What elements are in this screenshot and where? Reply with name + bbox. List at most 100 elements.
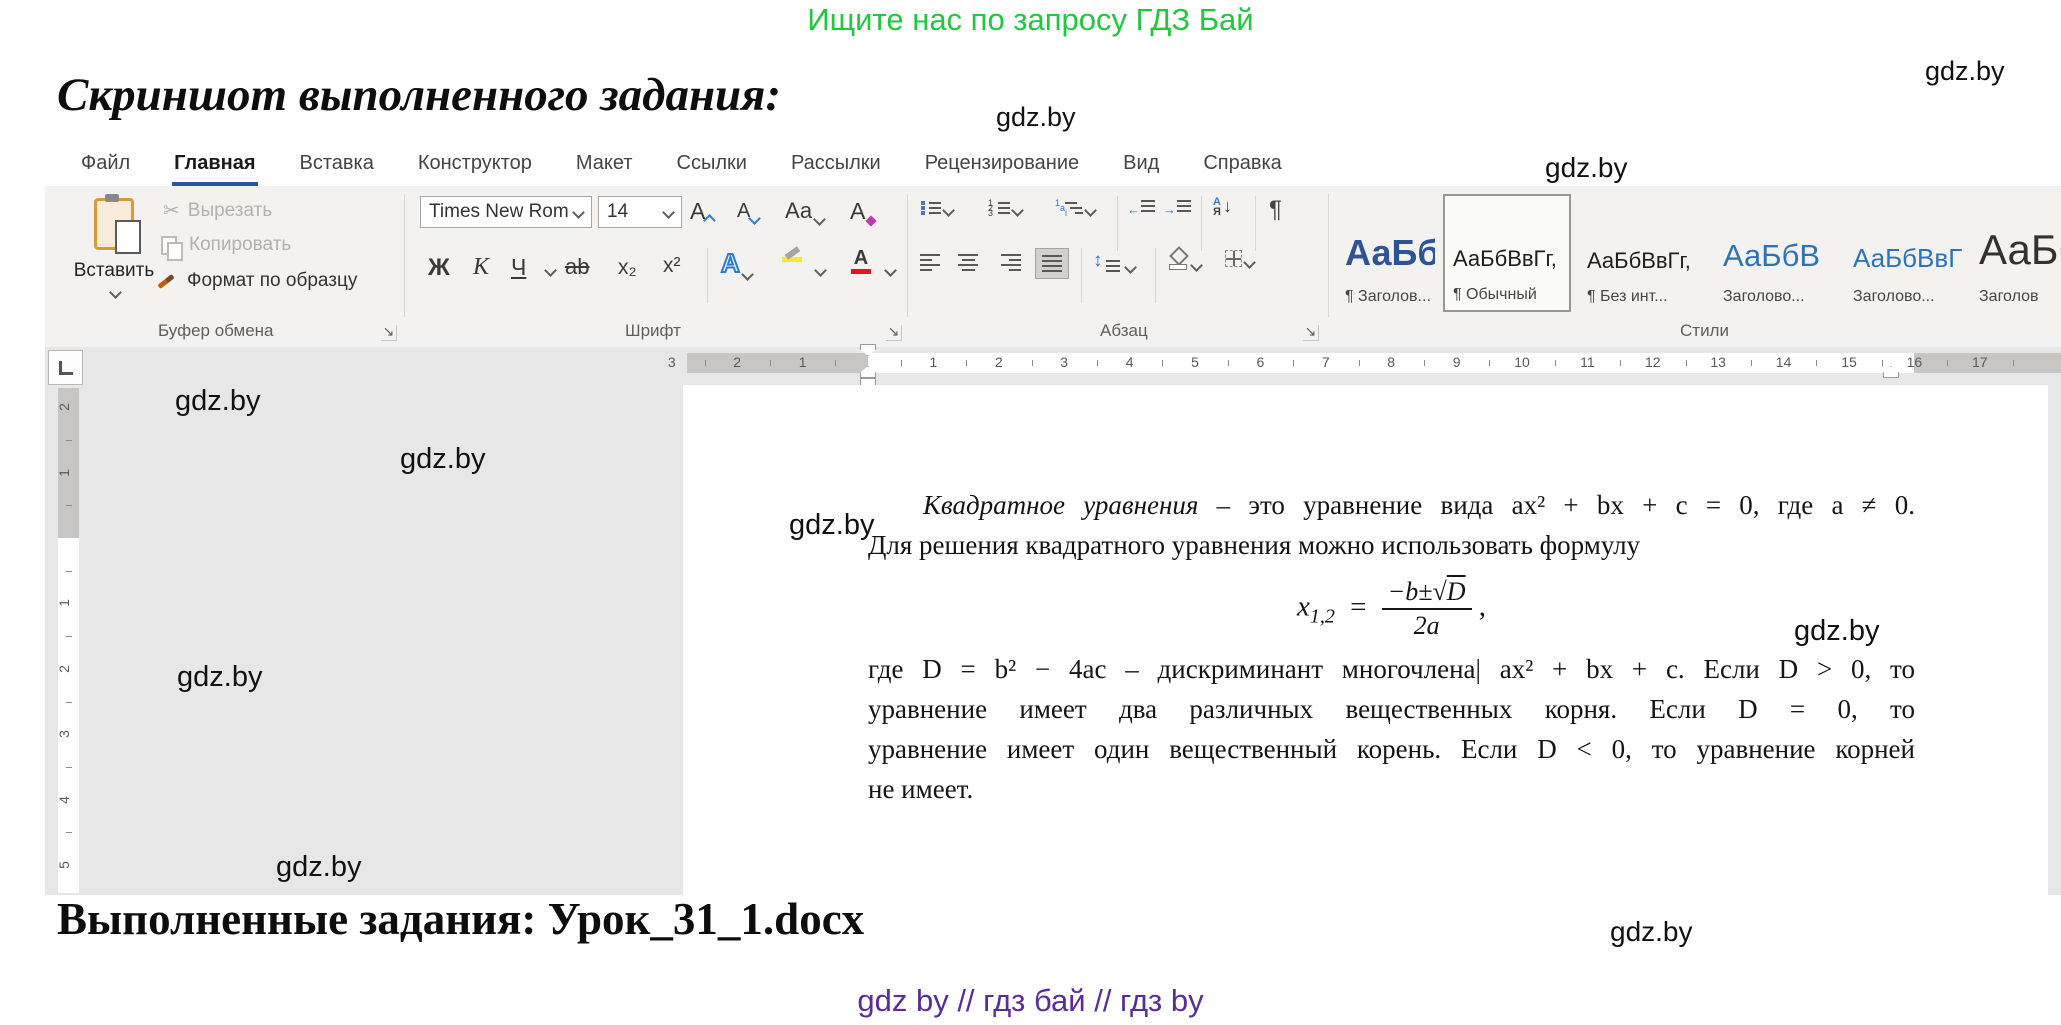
tab-design[interactable]: Конструктор xyxy=(396,140,554,186)
styles-group-label: Стили xyxy=(1680,321,1729,341)
style-card-no-spacing[interactable]: АаБбВвГг, ¶ Без инт... xyxy=(1579,194,1707,312)
format-painter-label: Формат по образцу xyxy=(187,270,357,292)
line-spacing-button[interactable]: ↕ xyxy=(1093,250,1135,272)
format-painter-button[interactable]: Формат по образцу xyxy=(157,270,357,292)
paste-label: Вставить xyxy=(74,260,155,282)
italic-label: К xyxy=(473,254,489,281)
align-right-button[interactable] xyxy=(1001,254,1021,271)
copy-button[interactable]: Копировать xyxy=(161,234,291,256)
cut-button[interactable]: ✂ Вырезать xyxy=(163,198,272,223)
align-center-button[interactable] xyxy=(958,254,978,271)
screen: Ищите нас по запросу ГДЗ Бай gdz.by Скри… xyxy=(0,0,2061,1025)
clipboard-group-label: Буфер обмена xyxy=(158,321,274,341)
bullets-button[interactable] xyxy=(921,200,953,215)
multilevel-list-button[interactable]: 1 a i xyxy=(1055,200,1095,215)
chevron-down-icon xyxy=(741,268,754,281)
font-color-label: А xyxy=(854,248,868,268)
font-family-value: Times New Rom xyxy=(429,201,569,223)
formula-numerator: −b±√ xyxy=(1388,577,1447,606)
show-marks-button[interactable]: ¶ xyxy=(1269,196,1282,224)
font-size-select[interactable]: 14 xyxy=(598,196,682,228)
caret-up-icon xyxy=(703,214,716,227)
grow-font-button[interactable]: А xyxy=(690,198,714,225)
style-card-heading1[interactable]: АаБбВ Заголово... xyxy=(1715,194,1837,312)
tab-stop-selector[interactable] xyxy=(48,350,83,385)
clear-formatting-button[interactable]: А xyxy=(850,198,875,225)
strikethrough-button[interactable]: ab xyxy=(565,254,589,280)
numbering-button[interactable]: 1 2 3 xyxy=(988,200,1022,215)
strikethrough-label: ab xyxy=(565,254,589,280)
style-preview: АаБбВвГг xyxy=(1345,232,1435,274)
formula: x1,2 = −b±√D 2a , xyxy=(868,577,1915,641)
tab-home[interactable]: Главная xyxy=(152,140,277,186)
style-card-normal[interactable]: АаБбВвГг, ¶ Обычный xyxy=(1443,194,1571,312)
brush-icon xyxy=(157,273,174,288)
underline-button[interactable]: Ч xyxy=(511,254,526,281)
italic-button[interactable]: К xyxy=(473,254,489,281)
formula-denominator: 2a xyxy=(1382,610,1472,641)
font-family-select[interactable]: Times New Rom xyxy=(420,196,592,228)
clipboard-dialog-launcher-icon[interactable]: ↘ xyxy=(381,325,397,341)
highlight-color-button[interactable] xyxy=(782,250,802,262)
sort-button[interactable]: А Я ↓ xyxy=(1213,196,1232,217)
group-separator xyxy=(1328,194,1329,317)
tab-layout[interactable]: Макет xyxy=(554,140,655,186)
style-preview: АаБбВ xyxy=(1723,238,1820,274)
watermark: gdz.by xyxy=(1925,56,2005,87)
formula-var: x xyxy=(1297,591,1310,623)
shrink-font-button[interactable]: А xyxy=(737,200,759,223)
clear-formatting-label: А xyxy=(850,198,865,225)
tab-review[interactable]: Рецензирование xyxy=(903,140,1101,186)
change-case-button[interactable]: Аа xyxy=(785,198,824,224)
align-left-button[interactable] xyxy=(920,254,940,271)
style-preview: АаБбВвГ xyxy=(1853,243,1962,274)
underline-label: Ч xyxy=(511,254,526,281)
text-effects-button[interactable]: А xyxy=(721,248,752,279)
tab-insert[interactable]: Вставка xyxy=(278,140,396,186)
superscript-button[interactable]: x² xyxy=(663,254,681,278)
chevron-down-icon xyxy=(544,264,557,277)
align-center-icon xyxy=(958,254,978,271)
h-ruler[interactable]: 3211234567891011121314151617 xyxy=(687,353,2061,373)
style-card-title2[interactable]: АаБбВвГг Заголов xyxy=(1971,194,2061,312)
separator xyxy=(1081,248,1082,303)
copy-icon xyxy=(161,236,177,255)
separator xyxy=(1201,196,1202,251)
subscript-button[interactable]: x₂ xyxy=(618,256,637,280)
document-canvas: 3211234567891011121314151617 2112345 Ква… xyxy=(45,347,2061,895)
completed-title: Выполненные задания: Урок_31_1.docx xyxy=(57,893,864,945)
bullet-list-icon xyxy=(921,200,941,215)
decrease-indent-button[interactable]: ← xyxy=(1129,200,1155,212)
tab-view[interactable]: Вид xyxy=(1101,140,1181,186)
chevron-down-icon xyxy=(572,206,585,219)
tab-references[interactable]: Ссылки xyxy=(655,140,769,186)
tab-help[interactable]: Справка xyxy=(1181,140,1303,186)
shading-button[interactable] xyxy=(1167,248,1201,270)
document-text: Квадратное уравнения – это уравнение вид… xyxy=(868,485,1915,809)
increase-indent-button[interactable]: → xyxy=(1165,200,1191,212)
ribbon-tab-bar: Файл Главная Вставка Конструктор Макет С… xyxy=(45,140,2061,186)
doc-line: где D = b² − 4ac – дискриминант многочле… xyxy=(868,649,1915,689)
font-dialog-launcher-icon[interactable]: ↘ xyxy=(886,325,902,341)
group-separator xyxy=(404,194,405,317)
paste-button[interactable]: Вставить xyxy=(68,192,160,316)
bold-button[interactable]: Ж xyxy=(428,254,450,282)
watermark: gdz.by xyxy=(276,851,361,884)
borders-button[interactable] xyxy=(1225,250,1254,267)
style-card-heading2[interactable]: АаБбВвГ Заголово... xyxy=(1845,194,1963,312)
style-card-title[interactable]: АаБбВвГг ¶ Заголов... xyxy=(1337,194,1435,312)
watermark: gdz.by xyxy=(789,509,874,542)
subscript-label: x₂ xyxy=(618,256,637,280)
footer-links[interactable]: gdz by // гдз бай // гдз by xyxy=(0,983,2061,1019)
paragraph-dialog-launcher-icon[interactable]: ↘ xyxy=(1303,325,1319,341)
pilcrow-icon: ¶ xyxy=(1269,196,1282,224)
font-color-button[interactable]: А xyxy=(851,248,871,274)
v-ruler[interactable]: 2112345 xyxy=(58,388,79,893)
multilevel-list-icon: 1 a i xyxy=(1055,200,1083,215)
justify-button[interactable] xyxy=(1035,248,1069,279)
style-caption: Заголово... xyxy=(1853,288,1935,306)
style-preview: АаБбВвГг xyxy=(1979,226,2061,274)
font-size-value: 14 xyxy=(607,201,628,223)
tab-file[interactable]: Файл xyxy=(59,140,152,186)
tab-mailings[interactable]: Рассылки xyxy=(769,140,903,186)
